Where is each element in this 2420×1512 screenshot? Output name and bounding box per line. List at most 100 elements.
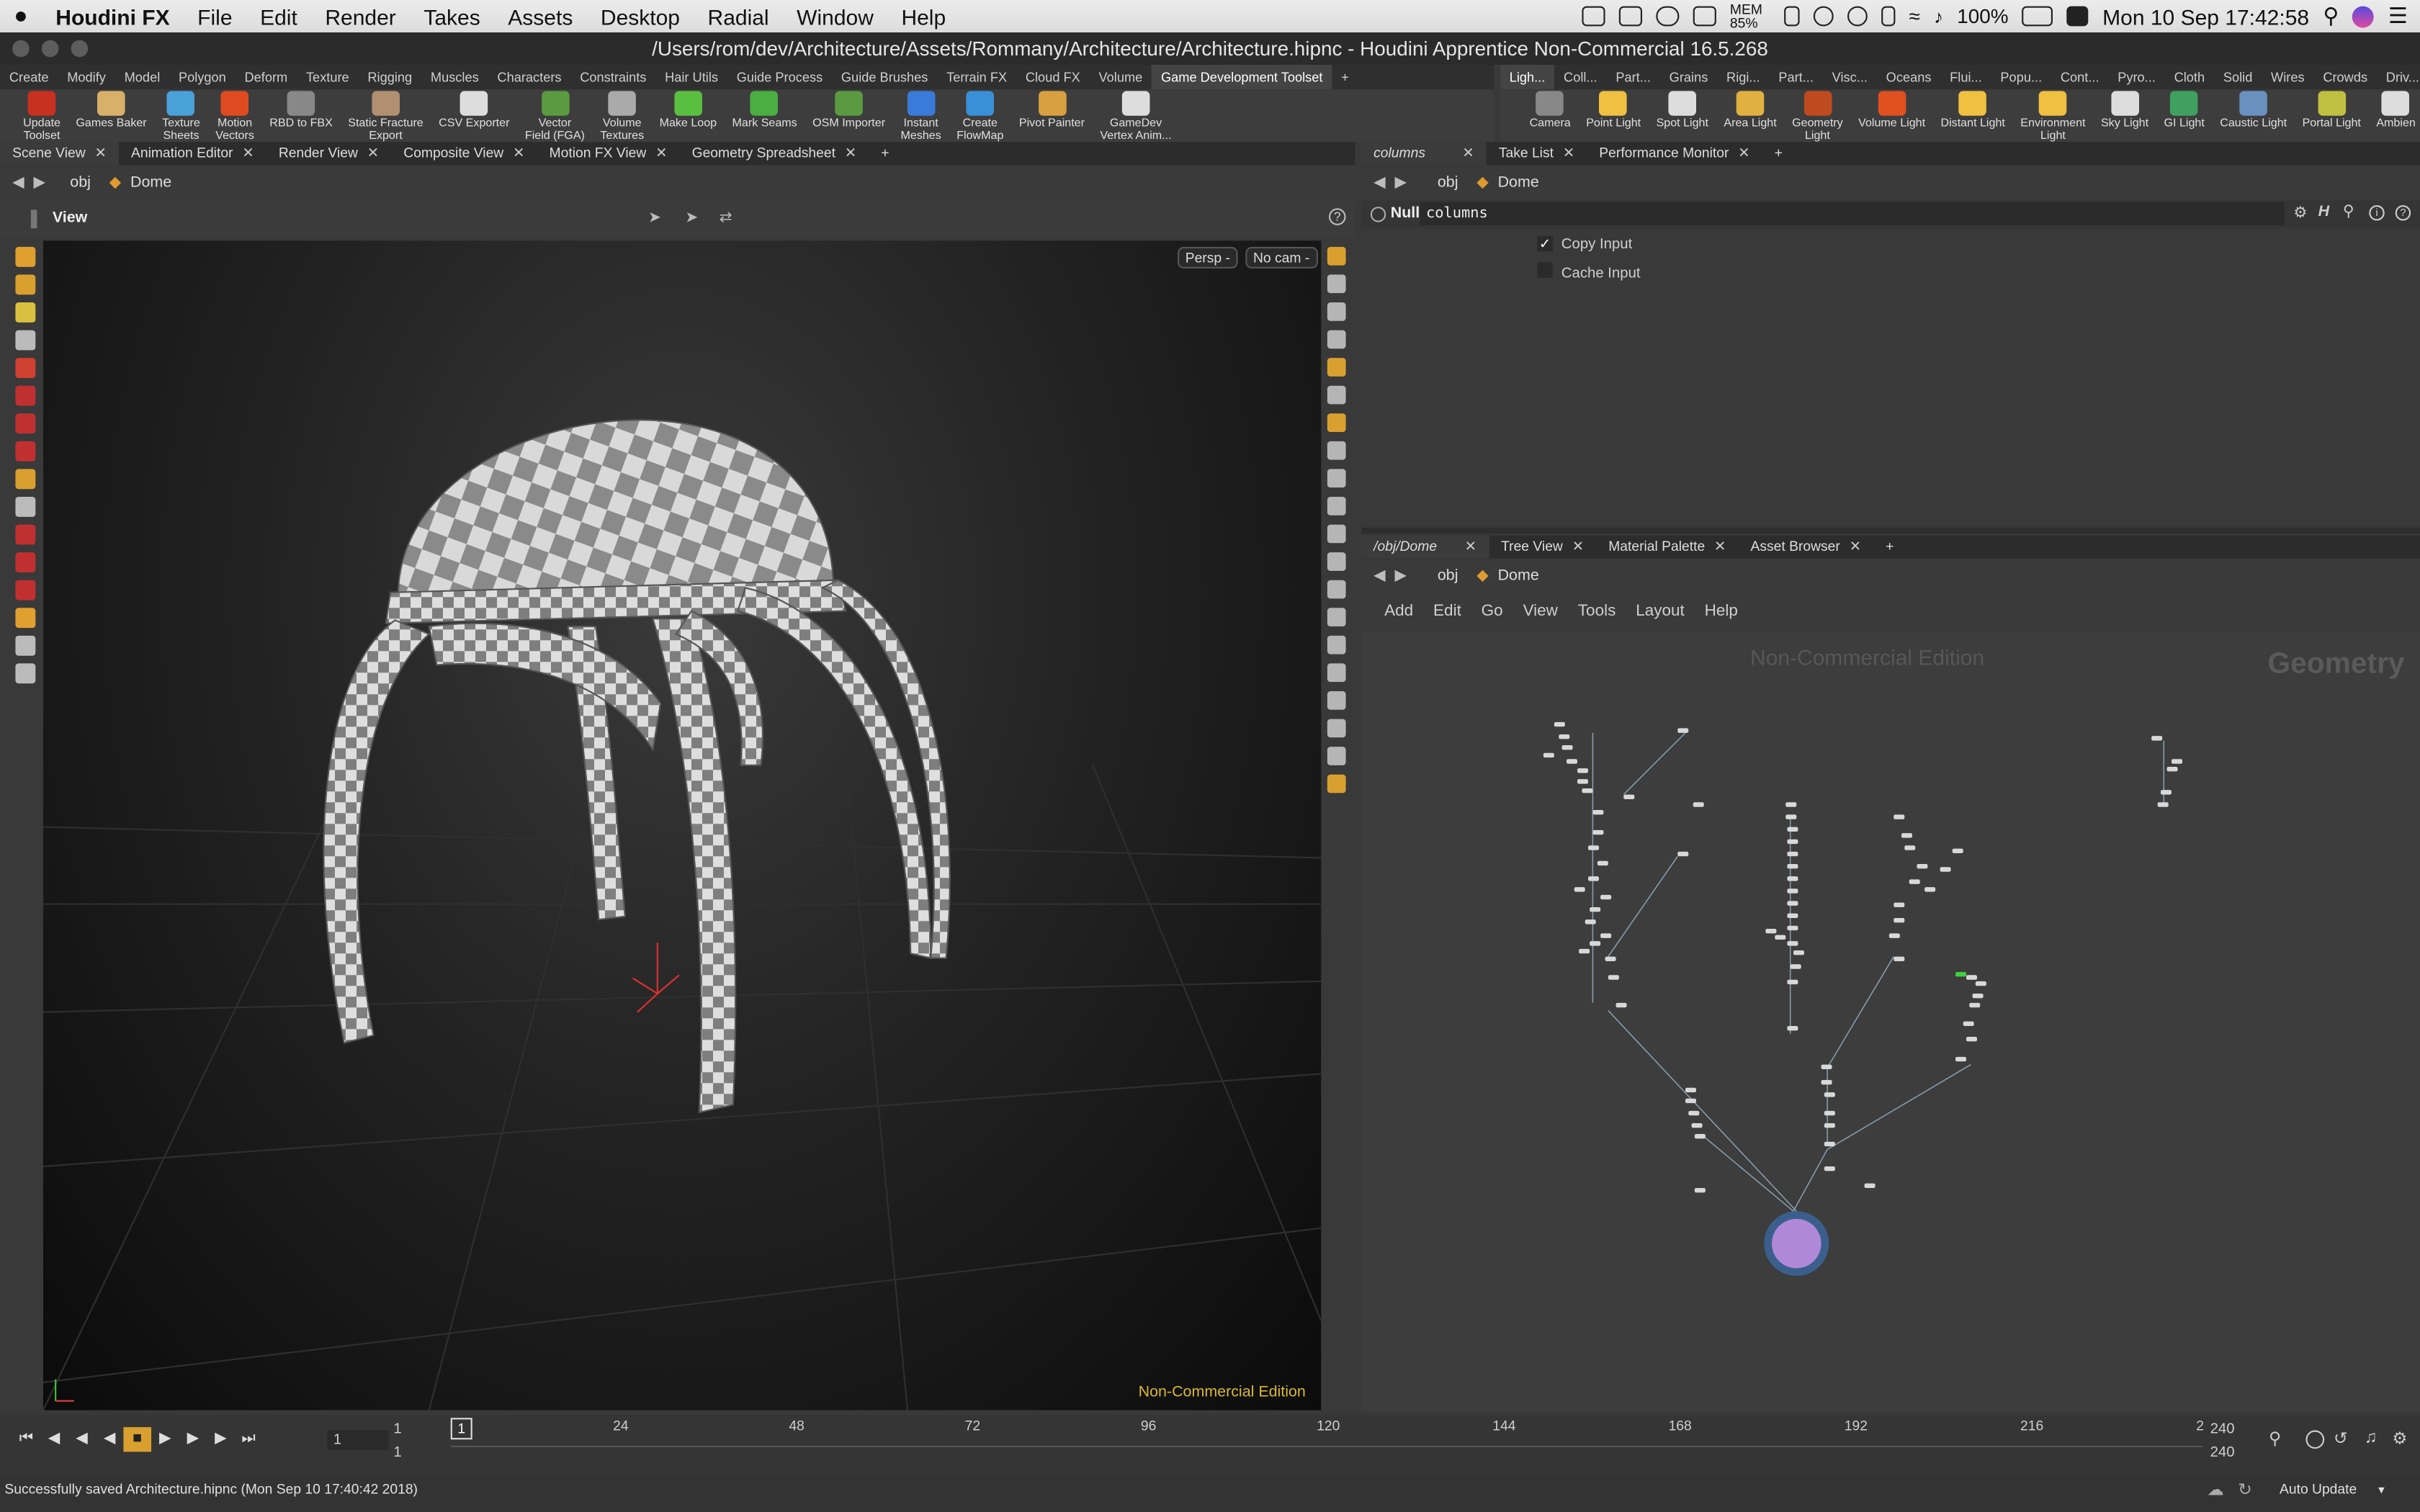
shelf-tool-button[interactable]: Volume Textures bbox=[593, 89, 652, 142]
shelf-tab[interactable]: Ligh... bbox=[1500, 65, 1555, 90]
shelf-tab[interactable]: Solid bbox=[2214, 65, 2262, 89]
menu-add[interactable]: Add bbox=[1384, 602, 1413, 621]
shelf-tool-button[interactable]: Vector Field (FGA) bbox=[517, 89, 592, 142]
viewport-tool-icon[interactable] bbox=[15, 552, 36, 572]
viewport-tool-icon[interactable] bbox=[15, 580, 36, 600]
network-node[interactable] bbox=[1824, 1166, 1835, 1171]
dome-model[interactable] bbox=[323, 419, 951, 1114]
close-tab-icon[interactable]: ✕ bbox=[1572, 536, 1584, 559]
shelf-tab[interactable]: Guide Brushes bbox=[832, 65, 937, 89]
dropbox-icon[interactable] bbox=[1582, 6, 1605, 27]
display-option-icon[interactable] bbox=[1327, 691, 1346, 710]
viewport-tool-icon[interactable] bbox=[15, 413, 36, 434]
network-node[interactable] bbox=[1790, 964, 1801, 969]
shelf-tab[interactable]: Terrain FX bbox=[937, 65, 1016, 89]
display-option-icon[interactable] bbox=[1327, 469, 1346, 488]
network-node-display-flag[interactable] bbox=[1955, 972, 1966, 977]
realtime-icon[interactable] bbox=[2305, 1430, 2325, 1449]
stop-icon[interactable]: ■ bbox=[123, 1427, 151, 1452]
play-icon[interactable]: ▶ bbox=[151, 1427, 179, 1452]
display-option-icon[interactable] bbox=[1327, 552, 1346, 571]
step-forward-icon[interactable]: ▶ bbox=[179, 1427, 207, 1452]
shelf-tool-button[interactable]: Texture Sheets bbox=[154, 89, 207, 142]
shelf-tool-button[interactable]: Make Loop bbox=[652, 89, 725, 130]
shelf-tool-button[interactable]: Distant Light bbox=[1933, 89, 2013, 130]
display-option-icon[interactable] bbox=[1327, 385, 1346, 405]
network-node[interactable] bbox=[1588, 845, 1599, 850]
network-node[interactable] bbox=[1685, 1098, 1696, 1104]
viewport-tool-icon[interactable] bbox=[15, 246, 36, 267]
network-node[interactable] bbox=[1688, 1110, 1700, 1116]
time-machine-icon[interactable] bbox=[1847, 6, 1868, 27]
shelf-tab[interactable]: Constraints bbox=[570, 65, 655, 89]
display-option-icon[interactable] bbox=[1327, 413, 1346, 432]
viewport-tool-icon[interactable] bbox=[15, 497, 36, 517]
network-node[interactable] bbox=[1787, 925, 1798, 931]
forward-arrow-icon[interactable]: ▶ bbox=[1395, 174, 1407, 191]
refresh-icon[interactable]: ↻ bbox=[2238, 1480, 2252, 1503]
menu-window[interactable]: Window bbox=[783, 4, 887, 28]
close-tab-icon[interactable]: ✕ bbox=[513, 142, 524, 165]
tab-columns[interactable]: columns ✕ bbox=[1361, 142, 1487, 166]
network-node[interactable] bbox=[1901, 833, 1912, 838]
step-back-key-icon[interactable]: ◀ bbox=[40, 1427, 68, 1452]
shelf-tool-button[interactable]: RBD to FBX bbox=[262, 89, 341, 130]
close-tab-icon[interactable]: ✕ bbox=[367, 142, 379, 165]
shelf-tab[interactable]: Driv... bbox=[2377, 65, 2420, 89]
network-node[interactable] bbox=[1694, 1134, 1706, 1139]
menu-tools[interactable]: Tools bbox=[1578, 602, 1616, 621]
end-frame-field-2[interactable]: 240 bbox=[2210, 1444, 2235, 1462]
mem-indicator[interactable]: MEM 85% bbox=[1730, 1, 1770, 30]
cloud-status-icon[interactable]: ☁ bbox=[2207, 1480, 2224, 1503]
network-node[interactable] bbox=[1597, 860, 1608, 866]
display-option-icon[interactable] bbox=[1327, 497, 1346, 516]
network-node[interactable] bbox=[2161, 790, 2172, 795]
forward-arrow-icon[interactable]: ▶ bbox=[34, 174, 46, 191]
menu-takes[interactable]: Takes bbox=[410, 4, 494, 28]
shelf-tool-button[interactable]: GameDev Vertex Anim... bbox=[1093, 89, 1180, 142]
shelf-tool-button[interactable]: Games Baker bbox=[68, 89, 155, 130]
network-node[interactable] bbox=[1577, 768, 1588, 773]
menu-desktop[interactable]: Desktop bbox=[587, 4, 694, 28]
shelf-tool-button[interactable]: Environment Light bbox=[2013, 89, 2094, 142]
shelf-tab[interactable]: Part... bbox=[1606, 65, 1659, 89]
shelf-tab[interactable]: Muscles bbox=[421, 65, 488, 89]
shelf-tab[interactable]: Model bbox=[115, 65, 169, 89]
shelf-tab[interactable]: Crowds bbox=[2313, 65, 2376, 89]
network-node[interactable] bbox=[1579, 948, 1590, 954]
shelf-tool-button[interactable]: GI Light bbox=[2156, 89, 2213, 130]
volume-icon[interactable]: ♪ bbox=[1934, 6, 1943, 27]
viewport-tool-icon[interactable] bbox=[15, 608, 36, 629]
shelf-tab[interactable]: Oceans bbox=[1877, 65, 1940, 89]
tab-composite-view[interactable]: Composite View ✕ bbox=[391, 142, 537, 165]
network-node[interactable] bbox=[1693, 802, 1704, 807]
shelf-tab[interactable]: Guide Process bbox=[727, 65, 832, 89]
output-node[interactable] bbox=[1764, 1211, 1829, 1277]
shelf-tab[interactable]: + bbox=[1332, 65, 1358, 89]
network-node[interactable] bbox=[1559, 734, 1570, 739]
close-tab-icon[interactable]: ✕ bbox=[1738, 142, 1749, 165]
zoom-window-button[interactable] bbox=[71, 40, 89, 58]
viewport-tool-icon[interactable] bbox=[15, 302, 36, 323]
menu-assets[interactable]: Assets bbox=[494, 4, 587, 28]
shelf-tool-button[interactable]: Sky Light bbox=[2093, 89, 2156, 130]
network-node[interactable] bbox=[1894, 956, 1905, 961]
close-tab-icon[interactable]: ✕ bbox=[1850, 536, 1861, 559]
shelf-tool-button[interactable]: Caustic Light bbox=[2213, 89, 2295, 130]
network-node[interactable] bbox=[1966, 975, 1977, 980]
shelf-tool-button[interactable]: Geometry Light bbox=[1784, 89, 1850, 142]
close-tab-icon[interactable]: ✕ bbox=[95, 142, 107, 165]
network-editor[interactable]: Non-Commercial Edition Geometry bbox=[1361, 632, 2420, 1412]
shelf-tab[interactable]: Texture bbox=[297, 65, 358, 89]
bluetooth-icon[interactable] bbox=[1881, 6, 1896, 27]
close-tab-icon[interactable]: ✕ bbox=[1714, 536, 1726, 559]
siri-icon[interactable] bbox=[2352, 5, 2375, 27]
cloud-icon[interactable] bbox=[1656, 6, 1680, 27]
start-frame-field[interactable]: 1 bbox=[393, 1421, 401, 1439]
shelf-tool-button[interactable]: Mark Seams bbox=[725, 89, 805, 130]
jump-end-icon[interactable]: ⏭ bbox=[235, 1427, 263, 1452]
network-node[interactable] bbox=[1592, 810, 1604, 815]
network-node[interactable] bbox=[2172, 759, 2182, 764]
network-node[interactable] bbox=[1785, 802, 1797, 807]
network-node[interactable] bbox=[1975, 981, 1986, 986]
